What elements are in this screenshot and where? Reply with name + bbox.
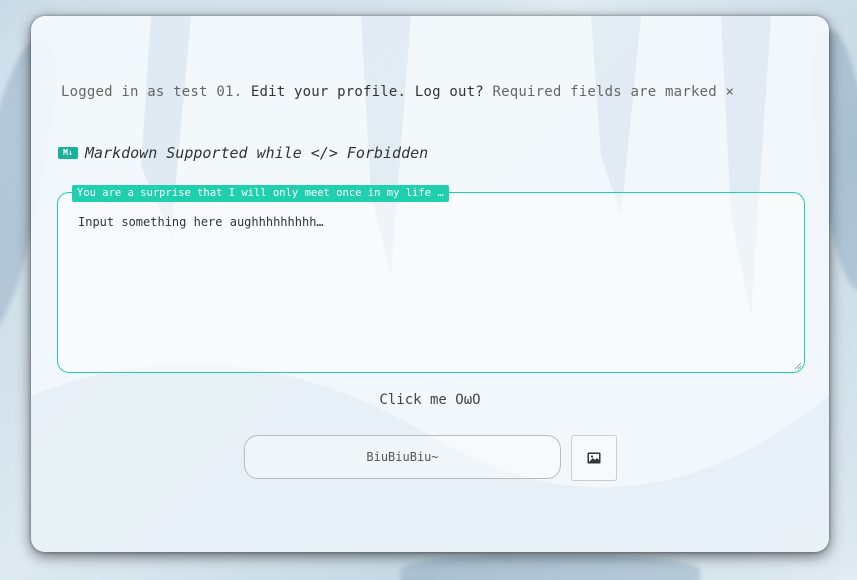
image-icon: [587, 452, 601, 464]
markdown-note-text: Markdown Supported while </> Forbidden: [85, 144, 429, 162]
comment-box: You are a surprise that I will only meet…: [57, 185, 805, 373]
comment-textarea[interactable]: [58, 193, 804, 372]
login-status-line: Logged in as test 01. Edit your profile.…: [61, 84, 734, 100]
required-fields-note: Required fields are marked ×: [492, 84, 735, 100]
comment-box-label: You are a surprise that I will only meet…: [72, 185, 449, 202]
comment-card: Logged in as test 01. Edit your profile.…: [31, 16, 829, 552]
upload-image-button[interactable]: [571, 435, 617, 481]
background-decoration: [400, 555, 700, 580]
log-out-link[interactable]: Log out?: [415, 84, 484, 100]
resize-grip-icon[interactable]: [794, 362, 802, 370]
markdown-note: M↓ Markdown Supported while </> Forbidde…: [58, 144, 428, 162]
logged-in-text: Logged in as test 01.: [61, 84, 243, 100]
edit-profile-link[interactable]: Edit your profile.: [251, 84, 406, 100]
emoji-toggle-button[interactable]: Click me OωO: [31, 392, 829, 408]
submit-button[interactable]: BiuBiuBiu~: [244, 435, 561, 479]
markdown-icon: M↓: [58, 147, 78, 159]
